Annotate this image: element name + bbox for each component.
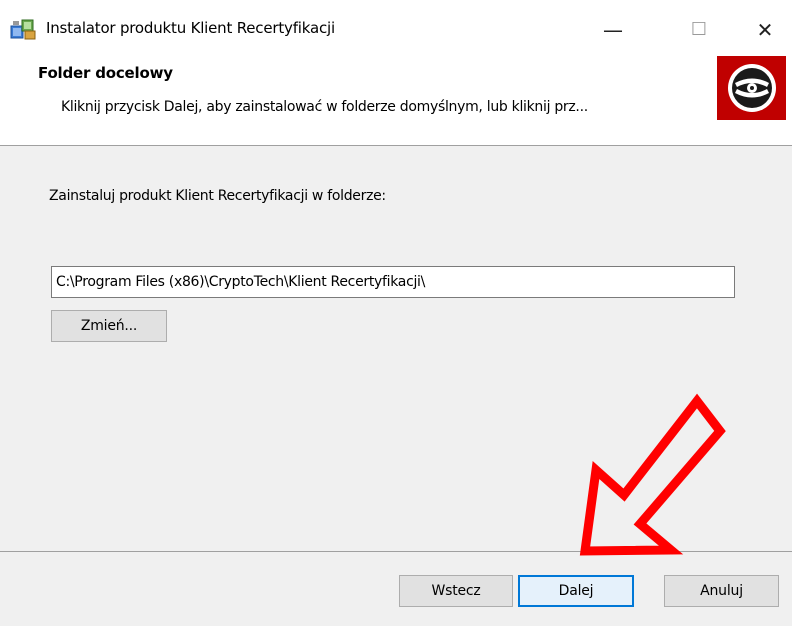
wizard-body: Zainstaluj produkt Klient Recertyfikacji… (0, 146, 792, 551)
page-subtitle: Kliknij przycisk Dalej, aby zainstalować… (61, 99, 588, 115)
change-button[interactable]: Zmień... (51, 310, 167, 342)
disc-icon (717, 56, 786, 120)
minimize-button[interactable]: — (590, 8, 636, 52)
window-title: Instalator produktu Klient Recertyfikacj… (46, 19, 335, 37)
installer-app-icon (10, 17, 38, 41)
cancel-button[interactable]: Anuluj (664, 575, 779, 607)
page-title: Folder docelowy (38, 64, 173, 82)
wizard-header: Folder docelowy Kliknij przycisk Dalej, … (0, 50, 792, 146)
maximize-button[interactable]: ☐ (676, 8, 722, 52)
close-button[interactable]: ✕ (742, 8, 788, 52)
next-button[interactable]: Dalej (518, 575, 634, 607)
back-button[interactable]: Wstecz (399, 575, 513, 607)
close-icon: ✕ (756, 18, 774, 42)
maximize-icon: ☐ (690, 19, 708, 40)
install-folder-label: Zainstaluj produkt Klient Recertyfikacji… (49, 188, 386, 204)
install-path-input[interactable] (51, 266, 735, 298)
wizard-footer: Wstecz Dalej Anuluj (0, 552, 792, 626)
